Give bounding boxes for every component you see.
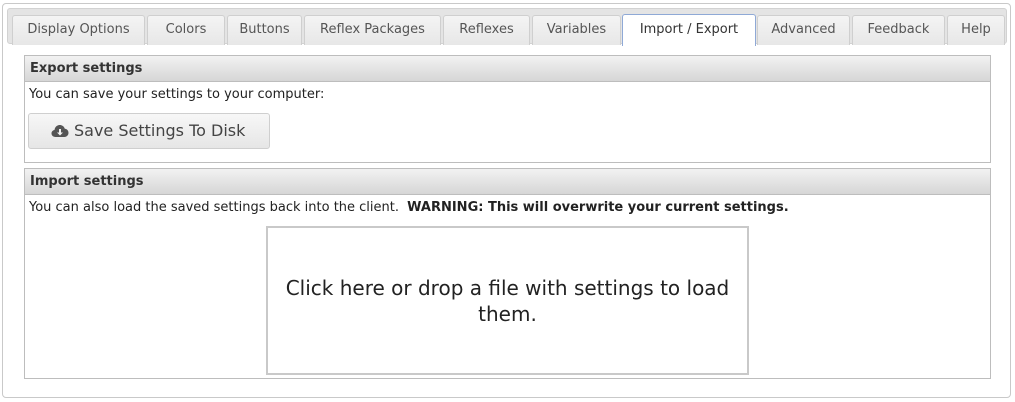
export-settings-panel: Export settings You can save your settin… bbox=[24, 55, 991, 163]
tab-reflex-packages[interactable]: Reflex Packages bbox=[304, 15, 441, 45]
save-settings-button[interactable]: Save Settings To Disk bbox=[28, 113, 270, 149]
import-description: You can also load the saved settings bac… bbox=[29, 200, 399, 215]
import-warning: WARNING: This will overwrite your curren… bbox=[407, 200, 789, 215]
save-settings-label: Save Settings To Disk bbox=[74, 121, 246, 140]
tab-colors[interactable]: Colors bbox=[147, 15, 225, 45]
tab-reflexes[interactable]: Reflexes bbox=[443, 15, 530, 45]
tab-import-export[interactable]: Import / Export bbox=[622, 14, 756, 46]
tab-advanced[interactable]: Advanced bbox=[757, 15, 850, 45]
cloud-download-icon bbox=[51, 125, 69, 137]
tab-variables[interactable]: Variables bbox=[532, 15, 621, 45]
export-settings-title: Export settings bbox=[25, 56, 990, 82]
import-settings-title: Import settings bbox=[25, 169, 990, 195]
import-settings-panel: Import settings You can also load the sa… bbox=[24, 168, 991, 379]
dropzone-text: Click here or drop a file with settings … bbox=[285, 275, 730, 326]
tab-help[interactable]: Help bbox=[947, 15, 1005, 45]
tab-buttons[interactable]: Buttons bbox=[227, 15, 302, 45]
export-description: You can save your settings to your compu… bbox=[29, 87, 325, 102]
tab-bar: Display Options Colors Buttons Reflex Pa… bbox=[7, 8, 1007, 46]
tab-display-options[interactable]: Display Options bbox=[12, 15, 145, 45]
settings-file-dropzone[interactable]: Click here or drop a file with settings … bbox=[266, 226, 749, 375]
import-description-line: You can also load the saved settings bac… bbox=[25, 200, 990, 215]
tab-feedback[interactable]: Feedback bbox=[852, 15, 945, 45]
